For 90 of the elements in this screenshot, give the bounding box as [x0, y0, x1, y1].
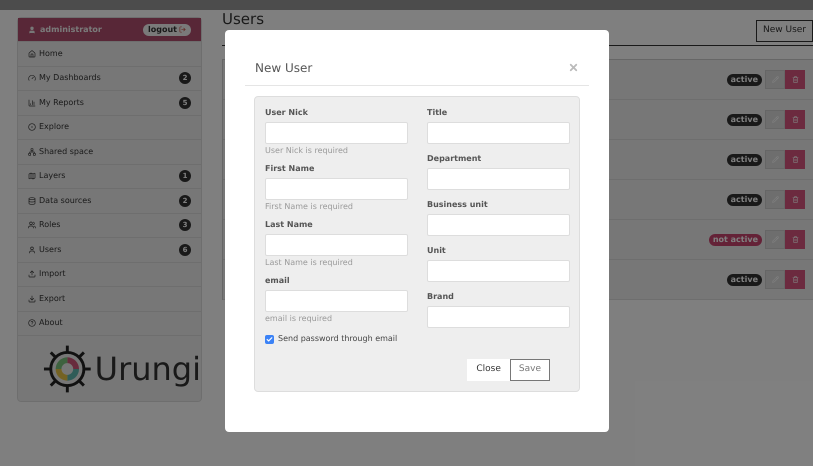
field-label: Unit	[427, 245, 447, 257]
delete-button[interactable]	[785, 270, 805, 289]
sidebar-label: Import	[39, 268, 66, 280]
trash-icon	[792, 276, 798, 283]
sidebar-label: About	[39, 317, 63, 330]
edit-button[interactable]	[765, 110, 785, 129]
sidebar-item[interactable]: About	[18, 310, 201, 335]
delete-button[interactable]	[785, 230, 805, 249]
delete-button[interactable]	[785, 190, 805, 209]
close-button[interactable]: Close	[467, 359, 510, 381]
field-label: Brand	[427, 291, 455, 303]
download-icon	[28, 294, 36, 303]
sidebar-label: Home	[39, 48, 63, 60]
trash-icon	[792, 76, 798, 83]
bar-chart-icon	[28, 98, 36, 107]
hint-text: Last Name is required	[265, 257, 354, 269]
trash-icon	[792, 236, 798, 243]
gauge-icon	[28, 74, 36, 82]
person-icon	[28, 26, 36, 34]
hint-text: email is required	[265, 313, 334, 325]
house-icon	[28, 50, 36, 58]
delete-button[interactable]	[785, 70, 805, 89]
upload-icon	[28, 270, 36, 278]
field-label: Business unit	[427, 199, 489, 211]
sidebar-item[interactable]: Shared space	[18, 139, 201, 164]
input-field[interactable]	[427, 168, 570, 190]
sidebar-label: My Reports	[39, 96, 84, 109]
page-title: Users	[222, 12, 264, 27]
hint-text: User Nick is required	[265, 145, 350, 157]
wheel-logo-icon	[42, 342, 93, 394]
sidebar-label: Shared space	[39, 146, 94, 158]
delete-button[interactable]	[785, 150, 805, 169]
trash-icon	[792, 196, 798, 203]
input-field[interactable]	[265, 178, 408, 200]
field-label: email	[265, 275, 291, 287]
delete-button[interactable]	[785, 110, 805, 129]
close-icon[interactable]	[568, 62, 579, 73]
sidebar-label: Data sources	[39, 194, 92, 207]
sidebar-item[interactable]: Import	[18, 262, 201, 286]
modal-title: New User	[255, 60, 312, 76]
hierarchy-icon	[28, 148, 36, 156]
status-badge: active	[726, 194, 762, 206]
status-badge: active	[726, 114, 762, 126]
sidebar-label: Explore	[39, 121, 70, 134]
edit-button[interactable]	[765, 230, 785, 249]
sidebar-label: Layers	[39, 170, 66, 182]
field-label: Department	[427, 153, 482, 165]
trash-icon	[792, 116, 798, 123]
trash-icon	[792, 156, 798, 163]
logo-text: Urungi	[94, 352, 201, 384]
sidebar-item[interactable]: Explore	[18, 114, 201, 139]
logout-icon	[179, 26, 186, 33]
map-icon	[28, 172, 36, 180]
edit-button[interactable]	[765, 150, 785, 169]
status-badge: active	[726, 74, 762, 86]
input-field[interactable]	[265, 290, 408, 312]
sidebar-label: Export	[39, 292, 66, 305]
database-icon	[28, 196, 36, 205]
status-badge: not active	[708, 234, 762, 246]
people-icon	[28, 221, 36, 230]
circle-icon	[28, 123, 36, 132]
status-badge: active	[726, 154, 762, 166]
edit-button[interactable]	[765, 270, 785, 289]
field-label: User Nick	[265, 107, 309, 119]
checkbox-label: Send password through email	[278, 333, 398, 345]
input-field[interactable]	[427, 260, 570, 282]
input-field[interactable]	[427, 122, 570, 144]
new-user-button[interactable]: New User	[756, 20, 813, 42]
hint-text: First Name is required	[265, 201, 354, 213]
input-field[interactable]	[427, 306, 570, 328]
field-label: Title	[427, 107, 448, 119]
edit-button[interactable]	[765, 190, 785, 209]
input-field[interactable]	[265, 122, 408, 144]
sidebar-label: Roles	[39, 219, 60, 232]
checkbox[interactable]	[265, 334, 274, 344]
help-icon	[28, 319, 36, 328]
person-icon	[28, 246, 36, 254]
input-field[interactable]	[265, 234, 408, 256]
status-badge: active	[726, 274, 762, 286]
input-field[interactable]	[427, 214, 570, 236]
save-button[interactable]: Save	[510, 359, 550, 381]
user-name: administrator	[40, 24, 102, 36]
sidebar-label: My Dashboards	[39, 72, 101, 84]
edit-button[interactable]	[765, 70, 785, 89]
field-label: First Name	[265, 163, 316, 175]
field-label: Last Name	[265, 219, 314, 231]
sidebar-item[interactable]: Export	[18, 286, 201, 310]
sidebar-label: Users	[39, 244, 62, 256]
sidebar-item[interactable]: Home	[18, 41, 201, 66]
logout-button[interactable]: logout	[143, 24, 191, 36]
